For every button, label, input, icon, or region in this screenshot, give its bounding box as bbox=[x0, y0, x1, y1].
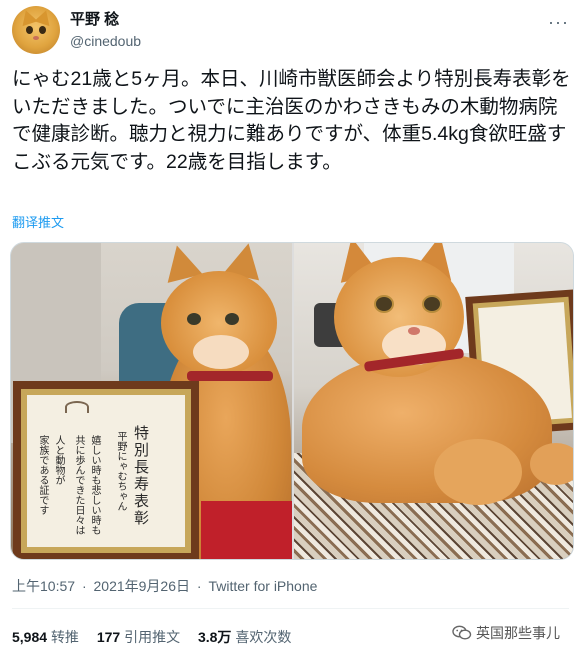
tweet-header: 平野 稔 @cinedoub ··· bbox=[12, 6, 569, 56]
tweet-date[interactable]: 2021年9月26日 bbox=[94, 578, 191, 594]
certificate-mat: 特別長寿表彰 平野にゃむちゃん 嬉しい時も悲しい時も 共に歩んできた日々は 人と… bbox=[21, 389, 191, 553]
certificate-name: 平野にゃむちゃん bbox=[115, 431, 126, 511]
display-name[interactable]: 平野 稔 bbox=[70, 10, 141, 30]
tweet-stats: 5,984 转推 177 引用推文 3.8万 喜欢次数 bbox=[12, 627, 305, 647]
likes-label: 喜欢次数 bbox=[235, 629, 292, 645]
cat-collar bbox=[187, 371, 273, 381]
certificate-line: 共に歩んできた日々は bbox=[73, 435, 84, 535]
tweet-source[interactable]: Twitter for iPhone bbox=[208, 578, 317, 594]
certificate-title: 特別長寿表彰 bbox=[132, 425, 150, 527]
avatar[interactable] bbox=[12, 6, 60, 54]
cat-eye bbox=[422, 295, 442, 313]
meta-separator: · bbox=[196, 578, 202, 594]
cat-nose bbox=[408, 327, 420, 335]
user-handle[interactable]: @cinedoub bbox=[70, 31, 141, 51]
certificate-frame: 特別長寿表彰 平野にゃむちゃん 嬉しい時も悲しい時も 共に歩んできた日々は 人と… bbox=[13, 381, 199, 559]
tweet-time[interactable]: 上午10:57 bbox=[12, 578, 75, 594]
photo-cat-on-rug[interactable] bbox=[294, 243, 573, 559]
tweet-meta: 上午10:57 · 2021年9月26日 · Twitter for iPhon… bbox=[12, 576, 320, 596]
retweets-stat[interactable]: 5,984 转推 bbox=[12, 629, 79, 645]
cat-muzzle bbox=[193, 335, 249, 369]
certificate-emblem bbox=[65, 401, 89, 413]
retweets-label: 转推 bbox=[50, 629, 79, 645]
cat-paw bbox=[530, 443, 573, 485]
quotes-label: 引用推文 bbox=[124, 629, 181, 645]
avatar-eye bbox=[39, 26, 46, 34]
avatar-ear bbox=[34, 7, 54, 27]
watermark-text: 英国那些事儿 bbox=[476, 625, 560, 641]
avatar-eye bbox=[26, 26, 33, 34]
author-names: 平野 稔 @cinedoub bbox=[70, 10, 141, 51]
translate-tweet-link[interactable]: 翻译推文 bbox=[12, 212, 64, 231]
quotes-stat[interactable]: 177 引用推文 bbox=[97, 629, 180, 645]
certificate-line: 家族である証です bbox=[37, 435, 48, 515]
meta-separator: · bbox=[81, 578, 87, 594]
certificate-line: 人と動物が bbox=[53, 435, 64, 485]
more-options-icon[interactable]: ··· bbox=[548, 12, 569, 33]
wechat-icon bbox=[452, 625, 472, 640]
certificate-line: 嬉しい時も悲しい時も bbox=[89, 435, 100, 535]
tweet: 平野 稔 @cinedoub ··· にゃむ21歳と5ヶ月。本日、川崎市獣医師会… bbox=[0, 0, 581, 658]
watermark: 英国那些事儿 bbox=[452, 623, 560, 643]
photo-cat-with-certificate[interactable]: 特別長寿表彰 平野にゃむちゃん 嬉しい時も悲しい時も 共に歩んできた日々は 人と… bbox=[11, 243, 292, 559]
cat-eye bbox=[374, 295, 394, 313]
red-cloth bbox=[201, 501, 292, 559]
avatar-nose bbox=[33, 36, 39, 40]
certificate-paper: 特別長寿表彰 平野にゃむちゃん 嬉しい時も悲しい時も 共に歩んできた日々は 人と… bbox=[27, 395, 185, 547]
cat-paw bbox=[434, 439, 522, 505]
likes-count: 3.8万 bbox=[197, 629, 232, 645]
divider bbox=[12, 608, 569, 609]
cat-eye bbox=[225, 313, 239, 325]
retweets-count: 5,984 bbox=[12, 629, 48, 645]
media-grid: 特別長寿表彰 平野にゃむちゃん 嬉しい時も悲しい時も 共に歩んできた日々は 人と… bbox=[10, 242, 574, 560]
tweet-text: にゃむ21歳と5ヶ月。本日、川崎市獣医師会より特別長寿表彰をいただきました。つい… bbox=[12, 68, 571, 173]
cat-eye bbox=[187, 313, 201, 325]
likes-stat[interactable]: 3.8万 喜欢次数 bbox=[198, 629, 291, 645]
quotes-count: 177 bbox=[96, 629, 121, 645]
